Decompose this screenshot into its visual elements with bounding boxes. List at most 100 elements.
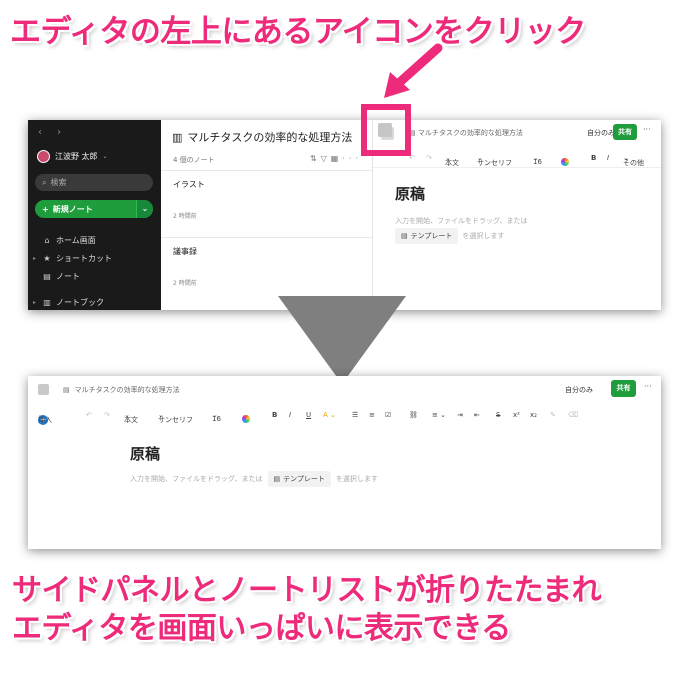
avatar bbox=[37, 150, 50, 163]
more-formatting[interactable]: その他 ⌄ bbox=[623, 154, 644, 167]
screenshot-after: ▤ マルチタスクの効率的な処理方法 自分のみ 共有 ··· + 挿入 ⌄ ↶ ↷… bbox=[28, 376, 661, 549]
insert-label: 挿入 bbox=[38, 416, 52, 424]
more-icon[interactable]: ··· bbox=[643, 125, 651, 134]
new-note-button[interactable]: + 新規ノート ⌄ bbox=[35, 200, 153, 218]
note-time: 2 時間前 bbox=[173, 280, 197, 287]
size-select[interactable]: 16 ⌄ bbox=[212, 411, 221, 423]
insert-button[interactable]: + 挿入 ⌄ bbox=[38, 411, 52, 425]
strikethrough-icon[interactable]: S bbox=[496, 411, 500, 419]
highlight-icon[interactable]: A ⌄ bbox=[323, 411, 336, 419]
sidebar-menu: ⌂ ホーム画面 ▸ ★ ショートカット ▤ ノート ▸ ▥ ノートブック bbox=[33, 231, 112, 310]
sidebar-item-notes[interactable]: ▤ ノート bbox=[33, 267, 112, 285]
bullet-list-icon[interactable]: ☰ bbox=[352, 411, 358, 419]
visibility-label[interactable]: 自分のみ bbox=[587, 128, 615, 138]
editor-placeholder[interactable]: 入力を開始、ファイルをドラッグ、または bbox=[395, 216, 528, 226]
template-chip[interactable]: ▤ テンプレート bbox=[395, 228, 459, 244]
more-icon[interactable]: ··· bbox=[644, 382, 652, 391]
font-select[interactable]: サンセリフ ⌄ bbox=[158, 411, 193, 424]
list-item[interactable]: イラスト 2 時間前 bbox=[161, 170, 373, 232]
search-placeholder: 検索 bbox=[50, 178, 67, 187]
sidebar-item-label: ホーム画面 bbox=[56, 235, 96, 245]
color-picker[interactable]: ⌄ bbox=[242, 411, 250, 423]
italic-icon[interactable]: I bbox=[607, 154, 609, 162]
nav-arrows[interactable]: ‹ › bbox=[38, 127, 67, 138]
home-icon: ⌂ bbox=[44, 235, 50, 245]
notebook-icon: ▥ bbox=[172, 130, 183, 144]
list-tools[interactable]: ⇅▽▦··· bbox=[310, 154, 362, 163]
template-icon: ▤ bbox=[401, 232, 408, 240]
underline-icon[interactable]: U bbox=[306, 411, 311, 419]
editor-toolbar: + 挿入 ⌄ ↶ ↷ 本文 ⌄ サンセリフ ⌄ 16 ⌄ ⌄ B I U A ⌄… bbox=[28, 407, 661, 426]
user-menu[interactable]: 江波野 太郎 ⌄ bbox=[37, 150, 108, 163]
sidebar: ‹ › 江波野 太郎 ⌄ ⌕ 検索 + 新規ノート ⌄ ⌂ ホーム画面 ▸ ★ シ… bbox=[28, 120, 161, 310]
superscript-icon[interactable]: x² bbox=[513, 411, 520, 419]
eraser-icon[interactable]: ⌫ bbox=[568, 411, 578, 419]
template-hint: を選択します bbox=[462, 232, 505, 240]
search-input[interactable]: ⌕ 検索 bbox=[35, 174, 153, 191]
caption-top: エディタの左上にあるアイコンをクリック bbox=[10, 14, 586, 50]
sidebar-item-notebooks[interactable]: ▸ ▥ ノートブック bbox=[33, 293, 112, 310]
template-icon: ▤ bbox=[273, 475, 281, 483]
breadcrumb: ▤ マルチタスクの効率的な処理方法 bbox=[63, 385, 180, 395]
note-list: ▥ マルチタスクの効率的な処理方法 4 個のノート ⇅▽▦··· イラスト 2 … bbox=[161, 120, 373, 310]
chevron-down-icon[interactable]: ⌄ bbox=[136, 200, 153, 218]
font-select[interactable]: サンセリフ ⌄ bbox=[477, 154, 512, 167]
note-icon: ▤ bbox=[63, 386, 70, 394]
align-icon[interactable]: ≡ ⌄ bbox=[432, 411, 446, 419]
redo-icon[interactable]: ↷ bbox=[104, 411, 110, 419]
template-chip[interactable]: ▤ テンプレート bbox=[267, 471, 331, 487]
expand-icon[interactable] bbox=[38, 384, 49, 395]
bold-icon[interactable]: B bbox=[272, 411, 277, 419]
link-icon[interactable]: ⛓ bbox=[409, 411, 418, 419]
visibility-label[interactable]: 自分のみ bbox=[565, 385, 593, 395]
share-button[interactable]: 共有 bbox=[611, 380, 636, 397]
numbered-list-icon[interactable]: ≡ bbox=[369, 411, 375, 419]
sidebar-item-label: ショートカット bbox=[56, 253, 112, 263]
placeholder-text: 入力を開始、ファイルをドラッグ、または bbox=[130, 475, 263, 483]
breadcrumb-text: マルチタスクの効率的な処理方法 bbox=[417, 129, 523, 137]
indent-icon[interactable]: ⇥ bbox=[457, 411, 463, 419]
star-icon: ★ bbox=[43, 253, 51, 263]
notebook-title: ▥ マルチタスクの効率的な処理方法 bbox=[172, 129, 352, 145]
note-heading[interactable]: 原稿 bbox=[395, 183, 425, 204]
caret-right-icon[interactable]: ▸ bbox=[33, 255, 38, 262]
new-note-label: 新規ノート bbox=[52, 204, 93, 214]
expand-icon[interactable] bbox=[378, 123, 392, 137]
sidebar-item-home[interactable]: ⌂ ホーム画面 bbox=[33, 231, 112, 249]
user-name: 江波野 太郎 bbox=[55, 152, 98, 161]
pointer-arrow-icon bbox=[384, 43, 443, 98]
redo-icon[interactable]: ↷ bbox=[426, 154, 432, 162]
note-count: 4 個のノート bbox=[173, 156, 215, 164]
checklist-icon[interactable]: ☑ bbox=[385, 411, 391, 419]
style-select[interactable]: 本文 ⌄ bbox=[445, 154, 459, 167]
clear-format-icon[interactable]: ✎ bbox=[550, 411, 556, 419]
more-formatting-label: その他 bbox=[623, 159, 644, 167]
sidebar-item-label: ノートブック bbox=[56, 297, 104, 307]
outdent-icon[interactable]: ⇤ bbox=[474, 411, 480, 419]
caption-bottom-line2: エディタを画面いっぱいに表示できる bbox=[12, 611, 511, 646]
italic-icon[interactable]: I bbox=[289, 411, 291, 419]
color-wheel-icon bbox=[561, 158, 569, 166]
search-icon: ⌕ bbox=[42, 177, 47, 187]
bold-icon[interactable]: B bbox=[591, 154, 596, 162]
style-select-value: 本文 bbox=[124, 416, 138, 424]
editor: ▤ マルチタスクの効率的な処理方法 自分のみ 共有 ··· ↶ ↷ 本文 ⌄ サ… bbox=[373, 120, 661, 310]
note-title: 議事録 bbox=[173, 247, 197, 256]
notebook-icon: ▥ bbox=[43, 297, 51, 307]
note-heading[interactable]: 原稿 bbox=[130, 443, 160, 464]
note-icon: ▤ bbox=[43, 271, 51, 281]
share-button[interactable]: 共有 bbox=[613, 124, 637, 140]
editor-placeholder[interactable]: 入力を開始、ファイルをドラッグ、または ▤ テンプレート を選択します bbox=[130, 471, 378, 487]
color-picker[interactable]: ⌄ bbox=[561, 154, 569, 166]
size-select-value: 16 bbox=[533, 158, 542, 166]
note-title: イラスト bbox=[173, 180, 205, 189]
font-select-value: サンセリフ bbox=[477, 159, 512, 167]
sidebar-item-shortcuts[interactable]: ▸ ★ ショートカット bbox=[33, 249, 112, 267]
style-select[interactable]: 本文 ⌄ bbox=[124, 411, 138, 424]
size-select[interactable]: 16 ⌄ bbox=[533, 154, 542, 166]
sidebar-item-label: ノート bbox=[56, 271, 80, 281]
subscript-icon[interactable]: x₂ bbox=[530, 411, 537, 419]
caret-right-icon[interactable]: ▸ bbox=[33, 299, 38, 306]
notebook-title-text: マルチタスクの効率的な処理方法 bbox=[187, 131, 353, 144]
undo-icon[interactable]: ↶ bbox=[86, 411, 92, 419]
